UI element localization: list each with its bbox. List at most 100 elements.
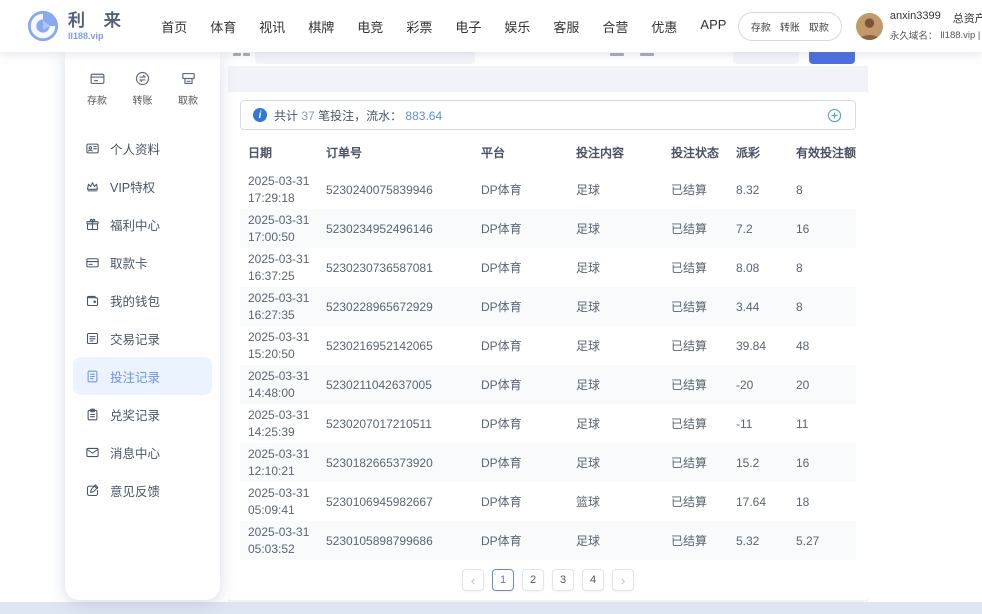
quick-action-1[interactable]: 存款 [751, 19, 771, 34]
avatar[interactable] [856, 13, 883, 40]
nav-item-4[interactable]: 棋牌 [297, 17, 346, 36]
nav-item-1[interactable]: 首页 [150, 17, 199, 36]
cell-order: 5230216952142065 [320, 326, 475, 365]
cell-valid-amount: 48 [790, 326, 856, 365]
sidebar-item-wallet[interactable]: 我的钱包 [65, 281, 220, 319]
date-range-input[interactable] [255, 52, 475, 64]
cell-valid-amount: 5.27 [790, 521, 856, 560]
sidebar-item-welfare[interactable]: 福利中心 [65, 205, 220, 243]
sidebar-shortcut-deposit[interactable]: 存款 [87, 70, 107, 107]
sidebar-item-prizes[interactable]: 兑奖记录 [65, 395, 220, 433]
domain-label: 永久域名： [890, 28, 938, 42]
table-row: 2025-03-3117:29:185230240075839946DP体育足球… [240, 170, 856, 209]
filter-select[interactable] [733, 52, 799, 64]
quick-action-2[interactable]: 转账 [780, 19, 800, 34]
cell-payout: 3.44 [730, 287, 790, 326]
cell-content: 足球 [570, 209, 665, 248]
user-area: anxin3399 总资产：1363.49元 永久域名： ll188.vip |… [856, 10, 982, 42]
table-row: 2025-03-3105:09:415230106945982667DP体育篮球… [240, 482, 856, 521]
pagination-prev[interactable]: ‹ [462, 569, 484, 591]
shortcut-label: 取款 [178, 92, 198, 107]
turnover-value: 883.64 [405, 109, 442, 123]
nav-item-2[interactable]: 体育 [199, 17, 248, 36]
user-line1: anxin3399 总资产：1363.49元 [890, 10, 982, 26]
table-row: 2025-03-3115:20:505230216952142065DP体育足球… [240, 326, 856, 365]
sidebar-item-label: 投注记录 [110, 367, 160, 386]
brand-logo[interactable]: 利 来 ll188.vip [26, 9, 128, 43]
messages-icon [85, 445, 100, 460]
nav-item-8[interactable]: 娱乐 [493, 17, 542, 36]
sidebar-item-label: 消息中心 [110, 443, 160, 462]
sidebar-item-label: VIP特权 [110, 177, 155, 196]
bet-records-card: i 共计 37 笔投注，流水： 883.64 日期订 [228, 92, 868, 600]
cell-payout: 15.2 [730, 443, 790, 482]
total-assets: 总资产：1363.49元 [953, 10, 982, 26]
nav-item-12[interactable]: APP [689, 17, 738, 36]
pagination-page-1[interactable]: 1 [492, 569, 514, 591]
sidebar-item-vip[interactable]: VIP特权 [65, 167, 220, 205]
circle-plus-icon[interactable] [826, 107, 843, 124]
vip-icon [85, 179, 100, 194]
pagination-page-4[interactable]: 4 [582, 569, 604, 591]
nav-item-11[interactable]: 优惠 [640, 17, 689, 36]
cell-date: 2025-03-3114:48:00 [240, 365, 320, 404]
pagination-page-3[interactable]: 3 [552, 569, 574, 591]
brand-logo-icon [26, 9, 60, 43]
sidebar-item-bets[interactable]: 投注记录 [73, 357, 212, 395]
cell-status: 已结算 [665, 404, 730, 443]
cell-payout: 39.84 [730, 326, 790, 365]
cell-date: 2025-03-3117:29:18 [240, 170, 320, 209]
sidebar-item-messages[interactable]: 消息中心 [65, 433, 220, 471]
domain-value: ll188.vip | ll188.... [940, 30, 982, 41]
cell-date: 2025-03-3105:09:41 [240, 482, 320, 521]
cell-content: 足球 [570, 521, 665, 560]
nav-item-3[interactable]: 视讯 [248, 17, 297, 36]
pagination-next[interactable]: › [612, 569, 634, 591]
sidebar-shortcuts: 存款 转账取款 [65, 68, 220, 119]
query-button[interactable] [809, 52, 855, 64]
quick-action-3[interactable]: 取款 [809, 19, 829, 34]
nav-item-7[interactable]: 电子 [444, 17, 493, 36]
cell-status: 已结算 [665, 209, 730, 248]
nav-menu: 首页体育视讯棋牌电竞彩票电子娱乐客服合营优惠APP [150, 17, 738, 36]
sidebar-shortcut-withdraw[interactable]: 取款 [178, 70, 198, 107]
cell-payout: -11 [730, 404, 790, 443]
sidebar-item-profile[interactable]: 个人资料 [65, 129, 220, 167]
nav-item-6[interactable]: 彩票 [395, 17, 444, 36]
cell-platform: DP体育 [475, 443, 570, 482]
top-navbar: 利 来 ll188.vip 首页体育视讯棋牌电竞彩票电子娱乐客服合营优惠APP … [0, 0, 982, 52]
pagination-page-2[interactable]: 2 [522, 569, 544, 591]
sidebar-item-transactions[interactable]: 交易记录 [65, 319, 220, 357]
nav-item-9[interactable]: 客服 [542, 17, 591, 36]
filter-label-fragment [233, 53, 241, 56]
cell-valid-amount: 11 [790, 404, 856, 443]
transactions-icon [85, 331, 100, 346]
sidebar-item-label: 我的钱包 [110, 291, 160, 310]
table-row: 2025-03-3116:37:255230230736587081DP体育足球… [240, 248, 856, 287]
pagination: ‹ 1234 › [228, 569, 868, 591]
card-icon [85, 255, 100, 270]
cell-payout: 17.64 [730, 482, 790, 521]
cell-platform: DP体育 [475, 287, 570, 326]
cell-valid-amount: 16 [790, 443, 856, 482]
cell-date: 2025-03-3116:27:35 [240, 287, 320, 326]
sidebar-item-card[interactable]: 取款卡 [65, 243, 220, 281]
nav-item-5[interactable]: 电竞 [346, 17, 395, 36]
user-line2: 永久域名： ll188.vip | ll188.... [890, 28, 982, 42]
cell-platform: DP体育 [475, 170, 570, 209]
cell-platform: DP体育 [475, 209, 570, 248]
cell-status: 已结算 [665, 482, 730, 521]
sidebar-shortcut-transfer[interactable]: 转账 [133, 70, 153, 107]
nav-item-10[interactable]: 合营 [591, 17, 640, 36]
sidebar-item-label: 取款卡 [110, 253, 148, 272]
cell-valid-amount: 8 [790, 170, 856, 209]
cell-platform: DP体育 [475, 521, 570, 560]
sidebar-item-feedback[interactable]: 意见反馈 [65, 471, 220, 509]
table-row: 2025-03-3105:03:525230105898799686DP体育足球… [240, 521, 856, 560]
table-row: 2025-03-3117:00:505230234952496146DP体育足球… [240, 209, 856, 248]
shortcut-label: 存款 [87, 92, 107, 107]
cell-order: 5230106945982667 [320, 482, 475, 521]
bets-icon [85, 369, 100, 384]
cell-status: 已结算 [665, 326, 730, 365]
main-content: i 共计 37 笔投注，流水： 883.64 日期订 [228, 52, 868, 602]
